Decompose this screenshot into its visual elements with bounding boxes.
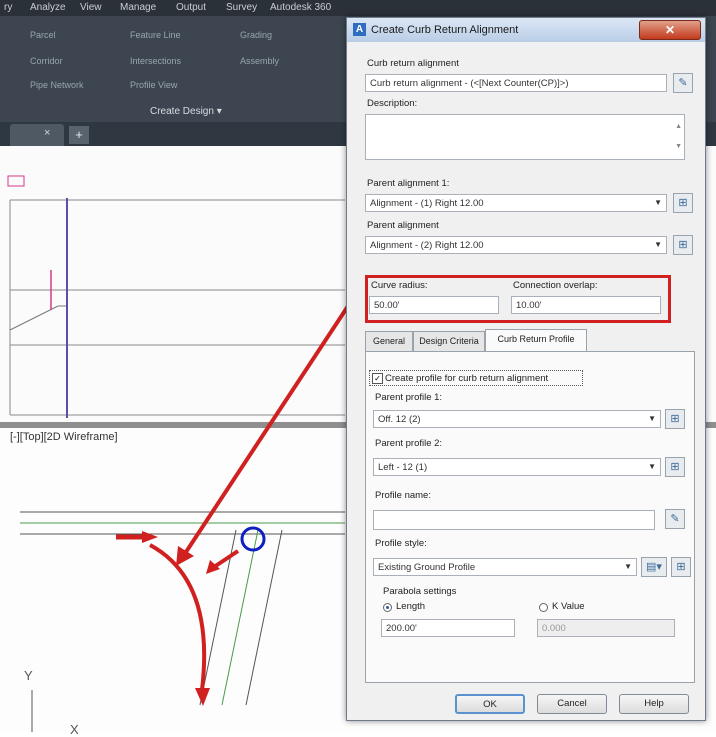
name-template-button[interactable]: ✎	[665, 509, 685, 529]
name-template-button[interactable]: ✎	[673, 73, 693, 93]
profile-label-box	[7, 175, 25, 187]
style-options-button[interactable]: ▤▾	[641, 557, 667, 577]
parent-profile-1-select[interactable]: Off. 12 (2) ▼	[373, 410, 661, 428]
pick-profile-1-button[interactable]: ⊞	[665, 409, 685, 429]
annotation-highlight-box	[365, 275, 671, 323]
tab-general[interactable]: General	[365, 331, 413, 351]
parent-alignment-1-select[interactable]: Alignment - (1) Right 12.00 ▼	[365, 194, 667, 212]
help-button[interactable]: Help	[619, 694, 689, 714]
pick-point-circle	[240, 526, 266, 552]
k-value-radio[interactable]	[539, 603, 548, 612]
dialog-title: Create Curb Return Alignment	[371, 24, 519, 36]
description-field[interactable]: ▲ ▼	[365, 114, 685, 160]
pick-alignment-1-button[interactable]: ⊞	[673, 193, 693, 213]
cancel-button[interactable]: Cancel	[537, 694, 607, 714]
dialog-titlebar[interactable]: A Create Curb Return Alignment ✕	[347, 18, 705, 42]
parent-alignment-2-select[interactable]: Alignment - (2) Right 12.00 ▼	[365, 236, 667, 254]
pick-profile-2-button[interactable]: ⊞	[665, 457, 685, 477]
profile-grid	[9, 199, 345, 416]
road-lines	[20, 511, 345, 706]
profile-style-label: Profile style:	[375, 538, 427, 549]
pick-alignment-2-button[interactable]: ⊞	[673, 235, 693, 255]
pick-style-button[interactable]: ⊞	[671, 557, 691, 577]
length-input[interactable]: 200.00'	[381, 619, 515, 637]
length-label[interactable]: Length	[396, 601, 425, 612]
create-curb-return-alignment-dialog: A Create Curb Return Alignment ✕ Curb re…	[346, 17, 706, 721]
close-button[interactable]: ✕	[639, 20, 701, 40]
profile-name-input[interactable]	[373, 510, 655, 530]
curb-return-alignment-name-field[interactable]: Curb return alignment - (<[Next Counter(…	[365, 74, 667, 92]
parent-alignment-1-label: Parent alignment 1:	[367, 178, 450, 189]
ok-button[interactable]: OK	[455, 694, 525, 714]
dropdown-arrow-icon: ▼	[648, 462, 656, 471]
parent-profile-2-label: Parent profile 2:	[375, 438, 443, 449]
curb-return-alignment-label: Curb return alignment	[367, 58, 459, 69]
create-profile-checkbox[interactable]: ✓	[372, 373, 383, 384]
scroll-arrows-icon[interactable]: ▲ ▼	[675, 117, 682, 157]
tab-curb-return-profile[interactable]: Curb Return Profile	[485, 329, 587, 352]
dropdown-arrow-icon: ▼	[624, 562, 632, 571]
create-profile-label[interactable]: Create profile for curb return alignment	[385, 373, 548, 384]
tab-design-criteria[interactable]: Design Criteria	[413, 331, 485, 351]
dropdown-arrow-icon: ▼	[654, 240, 662, 249]
k-value-label[interactable]: K Value	[552, 601, 585, 612]
description-label: Description:	[367, 98, 418, 109]
dropdown-arrow-icon: ▼	[654, 198, 662, 207]
profile-style-select[interactable]: Existing Ground Profile ▼	[373, 558, 637, 576]
parent-profile-2-select[interactable]: Left - 12 (1) ▼	[373, 458, 661, 476]
parabola-settings-label: Parabola settings	[383, 586, 457, 597]
length-radio[interactable]	[383, 603, 392, 612]
k-value-input[interactable]: 0.000	[537, 619, 675, 637]
profile-name-label: Profile name:	[375, 490, 431, 501]
parent-alignment-2-label: Parent alignment	[367, 220, 439, 231]
civil3d-app-icon: A	[353, 23, 366, 36]
parent-profile-1-label: Parent profile 1:	[375, 392, 443, 403]
dropdown-arrow-icon: ▼	[648, 414, 656, 423]
